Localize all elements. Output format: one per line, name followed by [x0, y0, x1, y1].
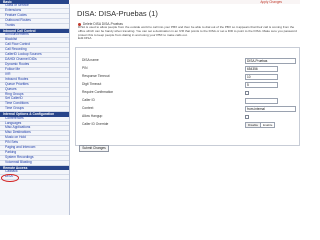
pin-input[interactable]: 654356 [245, 66, 278, 73]
caller-id-override-toggle: Disable Enable [245, 122, 276, 129]
response-timeout-input[interactable]: 10 [245, 74, 278, 81]
page-description: DISA is used to allow people from the ou… [78, 25, 297, 37]
main-content: DISA: DISA-Pruebas (1) Delete DISA DISA-… [74, 6, 300, 147]
digit-timeout-label: Digit Timeout [82, 82, 102, 87]
apply-changes-link[interactable]: Apply Changes [260, 0, 282, 4]
context-input[interactable]: from-internal [245, 106, 296, 113]
disa-name-input[interactable]: DISA-Pruebas [245, 58, 296, 65]
apply-changes-bar: Apply Changes [69, 0, 300, 4]
allow-hangup-checkbox[interactable] [245, 114, 250, 120]
caller-id-override-disable[interactable]: Disable [246, 123, 261, 128]
disa-form: DISA name DISA-Pruebas PIN 654356 Respon… [75, 47, 300, 147]
selection-highlight-ring [1, 173, 19, 182]
response-timeout-label: Response Timeout [82, 74, 110, 79]
digit-timeout-input[interactable]: 5 [245, 82, 278, 89]
require-confirmation-label: Require Confirmation [82, 90, 114, 95]
sidebar-item-disa[interactable]: DISA [0, 173, 69, 182]
edit-disa-heading: Edit DISA [78, 36, 92, 41]
caller-id-input[interactable] [245, 98, 278, 105]
context-label: Context [82, 106, 94, 111]
caller-id-override-enable[interactable]: Enable [260, 123, 275, 128]
sidebar-nav: Basic Class of Service Extensions Featur… [0, 0, 70, 215]
require-confirmation-checkbox[interactable] [245, 90, 250, 96]
caller-id-label: Caller ID [82, 98, 95, 103]
disa-name-label: DISA name [82, 58, 99, 63]
caller-id-override-label: Caller ID Override [82, 122, 109, 127]
allow-hangup-label: Allow Hangup [82, 114, 103, 119]
pin-label: PIN [82, 66, 88, 71]
submit-changes-button[interactable]: Submit Changes [79, 145, 109, 152]
page-title: DISA: DISA-Pruebas (1) [77, 9, 158, 18]
